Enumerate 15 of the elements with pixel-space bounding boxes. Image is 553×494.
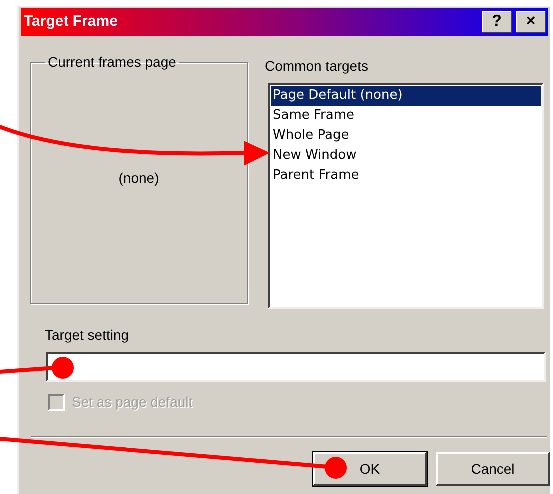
help-button[interactable]: ? bbox=[482, 11, 512, 33]
list-item[interactable]: Page Default (none) bbox=[271, 86, 541, 106]
list-item[interactable]: New Window bbox=[271, 146, 541, 166]
close-button[interactable]: × bbox=[516, 11, 546, 33]
target-setting-field[interactable] bbox=[46, 352, 546, 382]
list-item[interactable]: Same Frame bbox=[271, 106, 541, 126]
common-targets-label: Common targets bbox=[265, 57, 370, 76]
list-item[interactable]: Parent Frame bbox=[271, 166, 541, 186]
target-setting-label: Target setting bbox=[45, 326, 130, 345]
frames-page-text: (none) bbox=[118, 168, 160, 188]
group-legend: Current frames page bbox=[45, 52, 180, 73]
list-item[interactable]: Whole Page bbox=[271, 126, 541, 146]
cancel-button[interactable]: Cancel bbox=[436, 452, 550, 486]
window-title: Target Frame bbox=[24, 12, 118, 32]
targets-list[interactable]: Page Default (none) Same Frame Whole Page New Window Parent Frame bbox=[268, 83, 544, 309]
